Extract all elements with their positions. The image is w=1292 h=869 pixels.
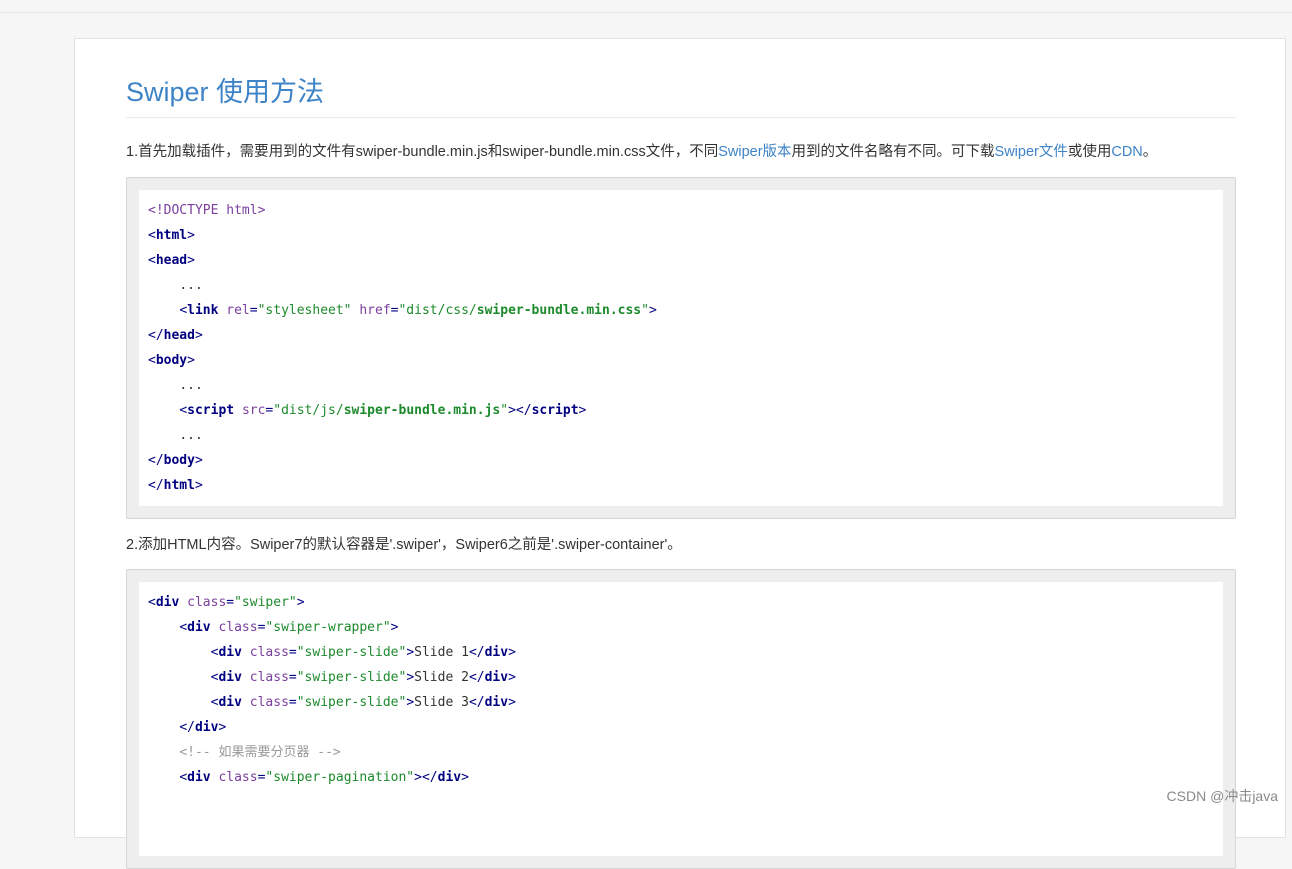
code-line: <head> (148, 253, 195, 268)
code-line: ... (148, 273, 1223, 298)
code-tag: div (484, 670, 509, 685)
code-string-bold: swiper-bundle.min.js (343, 403, 501, 418)
code-line: </head> (148, 328, 203, 343)
code-line: <div class="swiper-wrapper"> (179, 620, 399, 635)
swiper-files-link[interactable]: Swiper文件 (995, 144, 1068, 160)
code-line: <script src="dist/js/swiper-bundle.min.j… (179, 403, 587, 418)
code-tag: div (437, 770, 462, 785)
code-line: <div class="swiper-pagination"></div> (179, 770, 469, 785)
code-tag: head (163, 328, 195, 343)
code-tag: div (187, 620, 211, 635)
code-line: </div> (179, 720, 227, 735)
code-tag: script (531, 403, 579, 418)
code-text: Slide 2 (414, 670, 469, 685)
code-tag: head (155, 253, 188, 268)
code-string: "swiper-slide" (296, 670, 407, 685)
code-string: "stylesheet" (257, 303, 352, 318)
article-title: Swiper 使用方法 (126, 73, 1236, 118)
code-string: " (500, 403, 509, 418)
code-attr: href (359, 303, 391, 318)
code-ellipsis: ... (179, 428, 203, 443)
code-tag: html (155, 228, 188, 243)
para1-text-b: 用到的文件名略有不同。可下载 (791, 144, 995, 160)
code-line: <link rel="stylesheet" href="dist/css/sw… (179, 303, 657, 318)
code-tag: div (218, 695, 242, 710)
code-string: "swiper-slide" (296, 695, 407, 710)
code-line: <body> (148, 353, 195, 368)
para1-text-a: 1.首先加载插件，需要用到的文件有swiper-bundle.min.js和sw… (126, 144, 719, 160)
swiper-version-link[interactable]: Swiper版本 (718, 144, 791, 160)
code-line: <div class="swiper-slide">Slide 1</div> (210, 645, 516, 660)
code-line: <html> (148, 228, 195, 243)
code-tag: div (484, 695, 509, 710)
code-attr: rel (226, 303, 250, 318)
code-comment: <!-- 如果需要分页器 --> (179, 745, 341, 760)
top-bar (0, 0, 1292, 13)
code-string: "swiper-slide" (296, 645, 407, 660)
code-string-bold: swiper-bundle.min.css (476, 303, 642, 318)
code-attr: class (249, 670, 289, 685)
code-string: " (641, 303, 649, 318)
code-text: Slide 3 (414, 695, 469, 710)
paragraph-load-plugin: 1.首先加载插件，需要用到的文件有swiper-bundle.min.js和sw… (126, 142, 1157, 162)
code-line: <div class="swiper"> (148, 595, 305, 610)
code-line: <div class="swiper-slide">Slide 2</div> (210, 670, 516, 685)
code-tag: div (187, 770, 211, 785)
para1-text-c: 或使用 (1067, 144, 1112, 160)
code-tag: html (163, 478, 195, 493)
code-tag: div (218, 645, 242, 660)
code-string: "swiper-wrapper" (265, 620, 391, 635)
code-attr: src (241, 403, 266, 418)
code-ellipsis: ... (179, 278, 203, 293)
code-attr: class (187, 595, 227, 610)
code-tag: body (155, 353, 188, 368)
code-ellipsis: ... (179, 378, 203, 393)
cdn-link[interactable]: CDN (1111, 144, 1142, 160)
code-block-html-includes: <!DOCTYPE html> <html> <head> ... <link … (126, 177, 1236, 519)
paragraph-add-html: 2.添加HTML内容。Swiper7的默认容器是'.swiper'，Swiper… (126, 537, 682, 553)
code-line: </body> (148, 453, 203, 468)
code-tag: script (187, 403, 235, 418)
code-attr: class (218, 770, 258, 785)
code-string: "swiper-pagination" (265, 770, 415, 785)
code-attr: class (218, 620, 258, 635)
code-attr: class (249, 645, 289, 660)
code-doctype: <!DOCTYPE html> (148, 203, 266, 218)
code-tag: link (187, 303, 219, 318)
code-block-inner[interactable]: <div class="swiper"> <div class="swiper-… (139, 582, 1223, 856)
para1-text-d: 。 (1142, 144, 1158, 160)
code-attr: class (249, 695, 289, 710)
code-line: <!DOCTYPE html> (148, 198, 1223, 223)
code-line: ... (148, 373, 1223, 398)
code-string: "swiper" (234, 595, 297, 610)
code-line: <!-- 如果需要分页器 --> (148, 740, 1223, 765)
code-line: ... (148, 423, 1223, 448)
code-block-inner[interactable]: <!DOCTYPE html> <html> <head> ... <link … (139, 190, 1223, 506)
code-block-swiper-markup: <div class="swiper"> <div class="swiper-… (126, 569, 1236, 869)
code-line: <div class="swiper-slide">Slide 3</div> (210, 695, 516, 710)
code-tag: div (155, 595, 180, 610)
code-string: "dist/css/ (398, 303, 477, 318)
code-tag: body (163, 453, 195, 468)
csdn-watermark: CSDN @冲击java (1166, 788, 1278, 804)
code-line: </html> (148, 478, 203, 493)
code-string: "dist/js/ (273, 403, 344, 418)
code-text: Slide 1 (414, 645, 469, 660)
code-tag: div (484, 645, 509, 660)
code-tag: div (218, 670, 242, 685)
code-tag: div (194, 720, 219, 735)
article-card: Swiper 使用方法 1.首先加载插件，需要用到的文件有swiper-bund… (74, 38, 1286, 869)
